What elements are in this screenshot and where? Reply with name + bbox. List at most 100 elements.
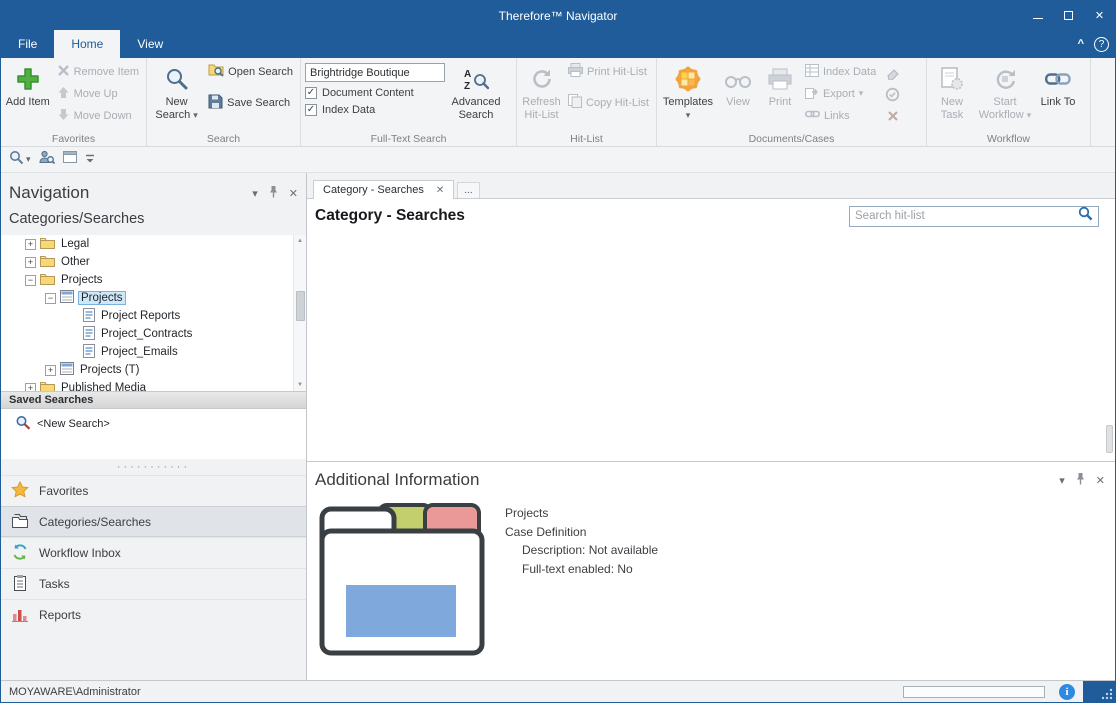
tree-item[interactable]: Project_Contracts bbox=[1, 325, 306, 343]
new-search-item[interactable]: <New Search> bbox=[15, 415, 306, 433]
start-workflow-icon bbox=[993, 62, 1017, 96]
new-task-button[interactable]: New Task bbox=[931, 61, 973, 121]
tree-item[interactable]: + Other bbox=[1, 253, 306, 271]
advanced-search-button[interactable]: AZ Advanced Search bbox=[448, 61, 504, 121]
links-button[interactable]: Links bbox=[802, 107, 879, 124]
move-up-button[interactable]: Move Up bbox=[54, 85, 142, 102]
tree-item[interactable]: Project Reports bbox=[1, 307, 306, 325]
help-icon[interactable]: ? bbox=[1094, 37, 1109, 52]
toolbar-options-button[interactable] bbox=[85, 151, 95, 169]
favorites-small-buttons: Remove Item Move Up Move Down bbox=[54, 63, 142, 124]
view-button[interactable]: View bbox=[718, 61, 758, 109]
move-down-button[interactable]: Move Down bbox=[54, 107, 142, 124]
window-icon bbox=[63, 150, 77, 169]
search-group-label: Search bbox=[147, 133, 300, 145]
tree-item[interactable]: Project_Emails bbox=[1, 343, 306, 361]
tree-item-label: Project Reports bbox=[99, 310, 182, 322]
tree-item[interactable]: + Projects (T) bbox=[1, 361, 306, 379]
templates-button[interactable]: Templates ▾ bbox=[661, 61, 715, 121]
pin-icon[interactable] bbox=[1076, 472, 1085, 488]
sidebar-item-workflow-inbox[interactable]: Workflow Inbox bbox=[1, 537, 306, 568]
minimize-button[interactable] bbox=[1022, 1, 1053, 30]
open-search-button[interactable]: Open Search bbox=[205, 63, 296, 80]
info-icon[interactable]: i bbox=[1059, 684, 1075, 700]
category-icon bbox=[60, 362, 74, 378]
close-panel-icon[interactable]: ✕ bbox=[1096, 474, 1105, 487]
tab-overflow-button[interactable]: ... bbox=[457, 182, 479, 198]
collapse-icon[interactable]: − bbox=[25, 275, 36, 286]
delete-case-button[interactable] bbox=[884, 108, 901, 124]
quick-search-button[interactable]: ▾ bbox=[9, 150, 31, 170]
close-button[interactable]: ✕ bbox=[1084, 1, 1115, 30]
sidebar-item-label: Categories/Searches bbox=[39, 515, 151, 529]
user-search-button[interactable] bbox=[39, 150, 55, 170]
add-item-button[interactable]: Add Item bbox=[5, 61, 51, 109]
tree-item[interactable]: + Legal bbox=[1, 235, 306, 253]
tab-home[interactable]: Home bbox=[54, 30, 120, 58]
tab-view[interactable]: View bbox=[120, 30, 180, 58]
new-search-button[interactable]: New Search ▾ bbox=[151, 61, 202, 121]
pin-icon[interactable] bbox=[269, 185, 278, 201]
start-workflow-button[interactable]: Start Workflow ▾ bbox=[976, 61, 1034, 121]
templates-icon bbox=[675, 62, 701, 96]
printer-large-icon bbox=[768, 62, 792, 96]
export-label: Export bbox=[823, 88, 855, 100]
view-label: View bbox=[726, 96, 750, 109]
print-hitlist-button[interactable]: Print Hit-List bbox=[565, 63, 652, 80]
tree-item[interactable]: + Published Media bbox=[1, 379, 306, 391]
info-panel-title: Additional Information bbox=[315, 470, 1059, 490]
refresh-hitlist-button[interactable]: Refresh Hit-List bbox=[521, 61, 562, 121]
hitlist-small-buttons: Print Hit-List Copy Hit-List bbox=[565, 63, 652, 111]
tab-file[interactable]: File bbox=[1, 30, 54, 58]
tab-view-label: View bbox=[137, 37, 163, 51]
panel-menu-caret-icon[interactable]: ▾ bbox=[1059, 474, 1065, 487]
star-icon bbox=[11, 481, 29, 502]
tree-item-selected[interactable]: − Projects bbox=[1, 289, 306, 307]
search-hitlist-input[interactable] bbox=[855, 210, 1074, 222]
sidebar-item-reports[interactable]: Reports bbox=[1, 599, 306, 630]
scrollbar-thumb[interactable] bbox=[296, 291, 305, 321]
workspace: Navigation ▾ ✕ Categories/Searches + Leg… bbox=[1, 173, 1115, 680]
navigation-panel-header: Navigation ▾ ✕ bbox=[1, 173, 306, 209]
expand-icon[interactable]: + bbox=[25, 257, 36, 268]
window-view-button[interactable] bbox=[63, 150, 77, 169]
scroll-up-icon[interactable]: ▲ bbox=[294, 238, 306, 244]
export-button[interactable]: Export ▾ bbox=[802, 85, 879, 102]
content-scrollbar-thumb[interactable] bbox=[1106, 425, 1113, 453]
expand-icon[interactable]: + bbox=[25, 239, 36, 250]
workflow-group-label: Workflow bbox=[927, 133, 1090, 145]
sidebar-item-categories-searches[interactable]: Categories/Searches bbox=[1, 506, 306, 537]
sidebar-item-favorites[interactable]: Favorites bbox=[1, 475, 306, 506]
panel-splitter-handle[interactable]: ··········· bbox=[1, 459, 306, 475]
complete-case-button[interactable] bbox=[884, 86, 901, 102]
tree-item[interactable]: − Projects bbox=[1, 271, 306, 289]
info-panel-icons: ▾ ✕ bbox=[1059, 472, 1105, 488]
document-content-checkbox[interactable]: ✓ Document Content bbox=[305, 87, 445, 99]
copy-hitlist-button[interactable]: Copy Hit-List bbox=[565, 94, 652, 111]
index-data-button[interactable]: Index Data bbox=[802, 63, 879, 80]
scroll-down-icon[interactable]: ▼ bbox=[294, 382, 306, 388]
edit-case-button[interactable] bbox=[884, 64, 901, 80]
close-tab-icon[interactable]: ✕ bbox=[436, 185, 444, 196]
collapse-icon[interactable]: − bbox=[45, 293, 56, 304]
maximize-button[interactable] bbox=[1053, 1, 1084, 30]
resize-grip[interactable] bbox=[1083, 681, 1115, 702]
collapse-ribbon-icon[interactable]: ^ bbox=[1078, 38, 1084, 50]
favorites-group-label: Favorites bbox=[1, 133, 146, 145]
link-to-button[interactable]: Link To bbox=[1037, 61, 1079, 109]
open-search-label: Open Search bbox=[228, 66, 293, 78]
expand-icon[interactable]: + bbox=[25, 383, 36, 392]
index-data-checkbox[interactable]: ✓ Index Data bbox=[305, 104, 445, 116]
tree-scrollbar[interactable]: ▲ ▼ bbox=[293, 235, 306, 391]
tab-category-searches[interactable]: Category - Searches ✕ bbox=[313, 180, 454, 199]
panel-menu-caret-icon[interactable]: ▾ bbox=[252, 187, 258, 200]
save-search-button[interactable]: Save Search bbox=[205, 94, 296, 111]
tree-item-label: Projects (T) bbox=[78, 364, 141, 376]
close-panel-icon[interactable]: ✕ bbox=[289, 187, 298, 200]
sidebar-item-tasks[interactable]: Tasks bbox=[1, 568, 306, 599]
expand-icon[interactable]: + bbox=[45, 365, 56, 376]
print-button[interactable]: Print bbox=[761, 61, 799, 109]
categories-section-title: Categories/Searches bbox=[1, 209, 306, 235]
remove-item-button[interactable]: Remove Item bbox=[54, 63, 142, 80]
fulltext-search-input[interactable] bbox=[305, 63, 445, 82]
